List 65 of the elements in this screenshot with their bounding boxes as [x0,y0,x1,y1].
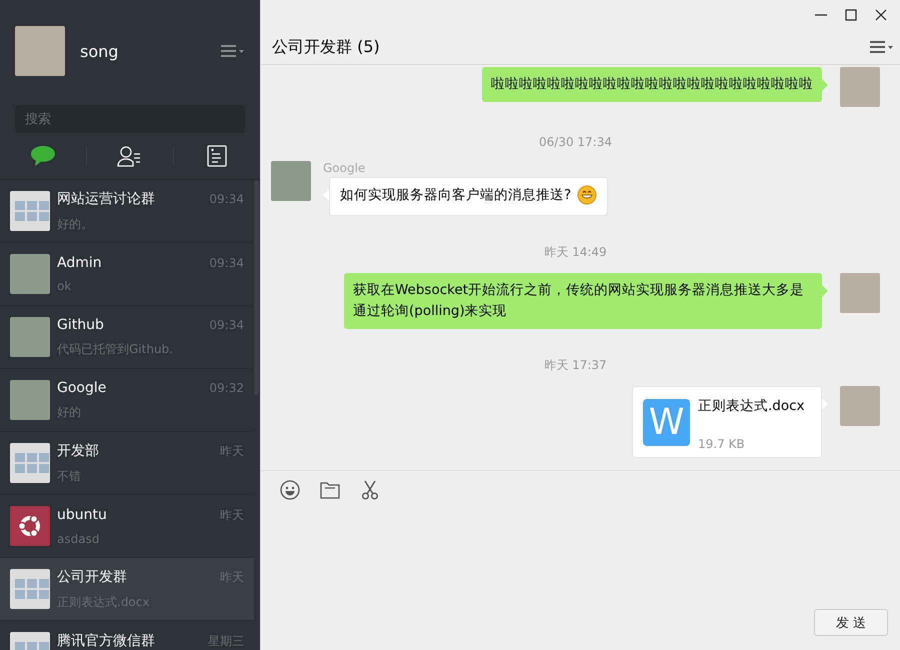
send-button[interactable]: 发 送 [814,609,888,636]
group-avatar [10,191,50,231]
scrollbar[interactable] [254,180,259,395]
conversation-item[interactable]: Admin 09:34 ok [0,243,254,306]
menu-icon[interactable] [870,40,894,54]
conversation-time: 09:34 [209,256,244,270]
photo-placeholder [10,317,50,357]
photo-placeholder [840,386,880,426]
search-field[interactable]: 搜索 [15,105,245,133]
conversation-name: 开发部 [57,442,99,460]
conversation-time: 星期三 [208,633,244,650]
conversation-name: 公司开发群 [57,568,127,586]
group-avatar [10,569,50,609]
menu-icon[interactable] [221,44,245,58]
message-bubble: 获取在Websocket开始流行之前，传统的网站实现服务器消息推送大多是通过轮询(polling)来实现 [344,273,822,329]
file-message-card[interactable]: W 正则表达式.docx 19.7 KB [632,386,822,458]
conversation-item[interactable]: Google 09:32 好的 [0,369,254,432]
conversation-name: 网站运营讨论群 [57,190,155,208]
file-type-icon: W [643,399,690,446]
emoji-icon[interactable] [279,479,301,501]
message-preview: 代码已托管到Github. [57,340,174,358]
conversation-name: Admin [57,255,102,271]
message-preview: 好的。 [57,216,94,232]
photo-placeholder [271,161,311,201]
message-preview: ok [57,279,72,293]
scissors-icon[interactable] [359,479,381,501]
conversation-name: 腾讯官方微信群 [57,632,155,650]
message-preview: 不错 [57,468,82,484]
file-size: 19.7 KB [698,437,746,451]
photo-placeholder [840,273,880,313]
message-preview: asdasd [57,532,100,546]
group-avatar [10,443,50,483]
file-name: 正则表达式.docx [698,397,805,415]
chat-title: 公司开发群 (5) [272,36,380,58]
bubble-tail [822,285,828,297]
conversation-item[interactable]: 开发部 昨天 不错 [0,432,254,495]
sender-name: Google [323,161,366,175]
message-timestamp: 06/30 17:34 [539,135,612,149]
conversation-time: 昨天 [220,442,244,460]
message-bubble: 啦啦啦啦啦啦啦啦啦啦啦啦啦啦啦啦啦啦啦啦啦啦啦 [482,67,822,102]
conversation-time: 09:34 [209,318,244,332]
user-name: song [80,42,120,60]
message-timestamp: 昨天 17:37 [544,357,607,374]
message-timestamp: 昨天 14:49 [544,244,607,261]
conversation-name: Google [57,380,106,396]
conversation-item[interactable]: Github 09:34 代码已托管到Github. [0,306,254,369]
message-preview: 好的 [57,404,82,420]
conversation-time: 09:32 [209,380,244,394]
bubble-tail [822,398,828,410]
bubble-tail [822,79,828,91]
photo-placeholder [840,67,880,107]
photo-placeholder [10,254,50,294]
photo-placeholder [15,26,65,76]
photo-placeholder [10,380,50,420]
document-icon [207,145,227,167]
conversation-time: 09:34 [209,192,244,206]
conversation-name: ubuntu [57,506,107,522]
conversation-item[interactable]: 网站运营讨论群 09:34 好的。 [0,180,254,243]
message-text: 如何实现服务器向客户端的消息推送? [340,186,572,205]
chat-bubble-icon [30,145,56,167]
circle-logo-avatar [10,506,50,546]
contacts-icon [117,145,143,167]
conversation-item[interactable]: 腾讯官方微信群 星期三 [0,621,254,650]
conversation-name: Github [57,316,104,332]
conversation-time: 昨天 [220,506,244,524]
